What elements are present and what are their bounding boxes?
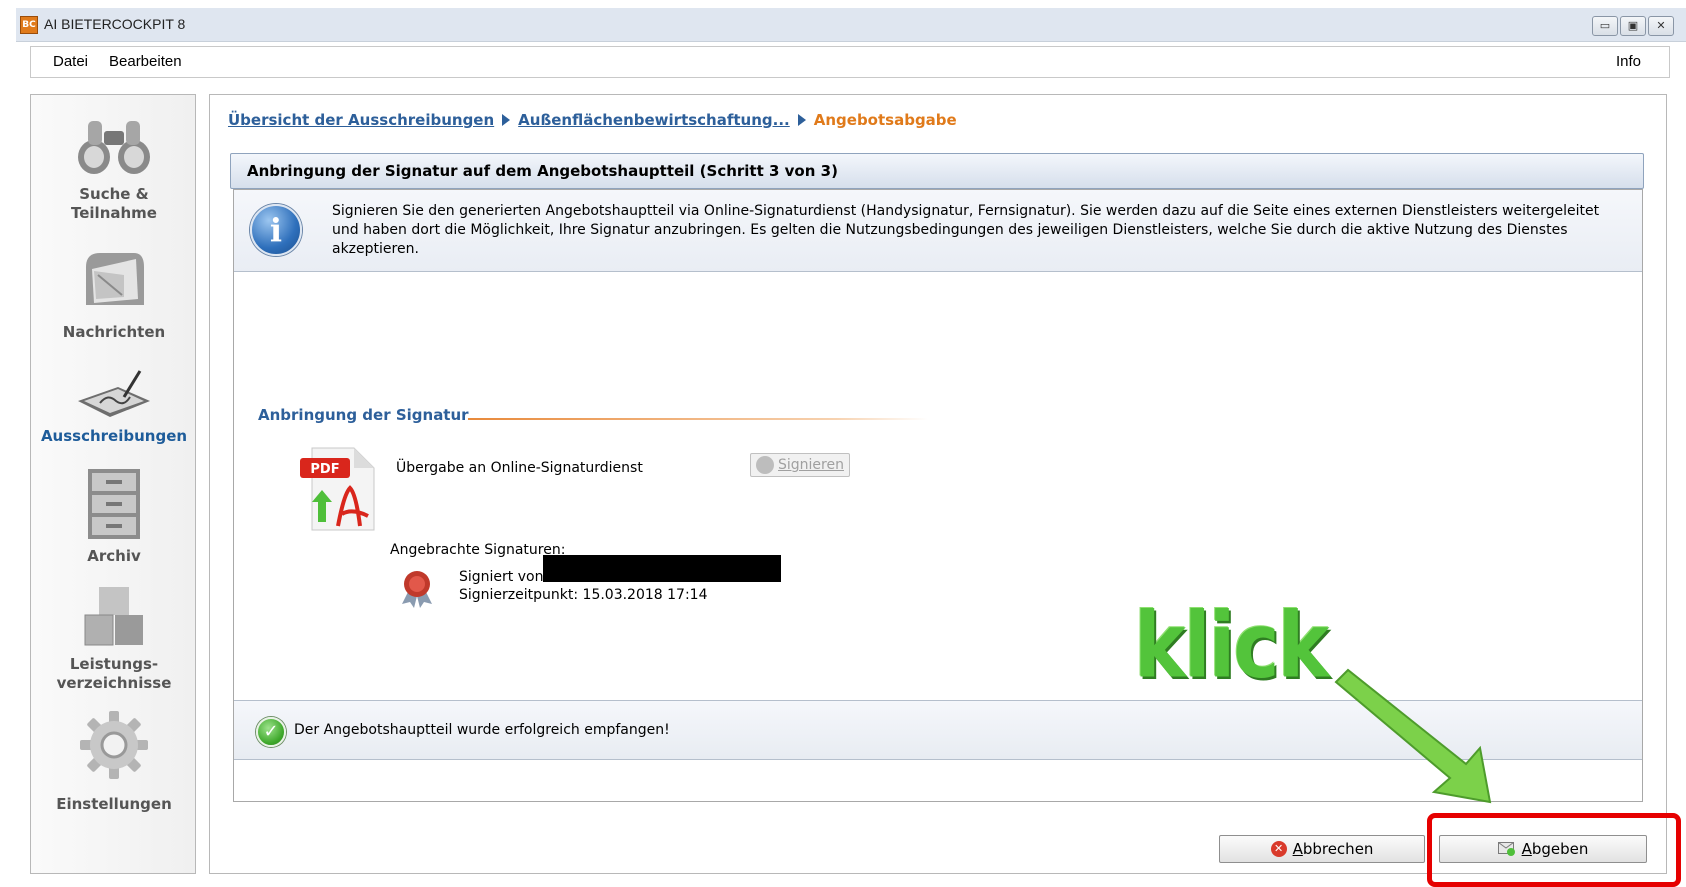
menu-info[interactable]: Info (1616, 53, 1641, 70)
sidebar-item-suche[interactable]: Suche & Teilnahme (31, 113, 197, 233)
info-box: i Signieren Sie den generierten Angebots… (234, 190, 1642, 272)
menu-bar: Datei Bearbeiten Info (30, 46, 1670, 78)
close-button[interactable]: ✕ (1648, 16, 1674, 36)
section-title: Anbringung der Signatur (258, 406, 469, 424)
info-icon: i (250, 204, 302, 256)
sidebar: Suche & Teilnahme Nachrichten Ausschreib… (30, 94, 196, 874)
menu-bearbeiten[interactable]: Bearbeiten (109, 53, 182, 70)
sidebar-item-archiv[interactable]: Archiv (31, 465, 197, 565)
sign-button[interactable]: Signieren (750, 453, 850, 477)
maximize-button[interactable]: ▣ (1620, 16, 1646, 36)
sidebar-item-label: Archiv (87, 547, 141, 565)
sidebar-item-label: Nachrichten (62, 323, 166, 341)
cancel-button-label: Abbrechen (1292, 840, 1374, 858)
sidebar-item-label: Einstellungen (56, 795, 172, 813)
app-window: BC AI BIETERCOCKPIT 8 ▭ ▣ ✕ Datei Bearbe… (0, 0, 1686, 887)
section-divider (468, 418, 928, 420)
seal-icon (756, 456, 774, 474)
file-cabinet-icon (88, 469, 140, 539)
sidebar-item-leistungsverzeichnisse[interactable]: Leistungs- verzeichnisse (31, 583, 197, 695)
sidebar-item-label: Leistungs- (69, 655, 159, 673)
sidebar-item-nachrichten[interactable]: Nachrichten (31, 245, 197, 341)
sign-button-label: Signieren (778, 457, 844, 473)
signature-pad-icon (78, 370, 150, 417)
pdf-file-icon: PDF (300, 447, 375, 531)
breadcrumb: Übersicht der Ausschreibungen Außenfläch… (228, 111, 957, 129)
title-bar: BC AI BIETERCOCKPIT 8 ▭ ▣ ✕ (16, 8, 1686, 42)
handover-label: Übergabe an Online-Signaturdienst (396, 460, 643, 476)
mailbox-icon (86, 253, 144, 305)
gear-icon (80, 711, 148, 779)
step-title: Anbringung der Signatur auf dem Angebots… (247, 162, 838, 180)
boxes-icon (84, 587, 143, 646)
signature-timestamp: Signierzeitpunkt: 15.03.2018 17:14 (459, 587, 708, 603)
step-header: Anbringung der Signatur auf dem Angebots… (230, 153, 1644, 189)
sidebar-item-label: Suche & (79, 185, 149, 203)
arrow-annotation-icon (1334, 668, 1492, 804)
signed-by-label: Signiert von: (459, 569, 549, 585)
window-controls: ▭ ▣ ✕ (1592, 16, 1674, 36)
menu-datei[interactable]: Datei (53, 53, 88, 70)
breadcrumb-current: Angebotsabgabe (813, 111, 957, 129)
breadcrumb-separator-icon (502, 114, 511, 126)
sidebar-item-label: verzeichnisse (56, 674, 172, 692)
sidebar-item-einstellungen[interactable]: Einstellungen (31, 709, 197, 813)
window-title: AI BIETERCOCKPIT 8 (44, 16, 186, 32)
click-annotation-text: klick (1134, 595, 1329, 699)
pdf-badge-text: PDF (310, 462, 339, 477)
highlight-annotation-box (1427, 813, 1681, 887)
sidebar-item-ausschreibungen[interactable]: Ausschreibungen (31, 367, 197, 451)
info-text: Signieren Sie den generierten Angebotsha… (332, 203, 1600, 257)
applied-signatures-label: Angebrachte Signaturen: (390, 542, 566, 558)
minimize-button[interactable]: ▭ (1592, 16, 1618, 36)
redacted-signer-name (543, 555, 781, 582)
cancel-icon: ✕ (1270, 841, 1287, 857)
breadcrumb-separator-icon (797, 114, 806, 126)
breadcrumb-link-tender[interactable]: Außenflächenbewirtschaftung... (518, 111, 790, 129)
cancel-button[interactable]: ✕ Abbrechen (1219, 835, 1425, 863)
signature-seal-icon (402, 571, 432, 608)
status-message: Der Angebotshauptteil wurde erfolgreich … (294, 722, 670, 738)
success-check-icon: ✓ (256, 717, 286, 747)
app-logo-icon: BC (20, 16, 38, 34)
sidebar-item-label: Teilnahme (71, 204, 157, 222)
breadcrumb-link-overview[interactable]: Übersicht der Ausschreibungen (228, 111, 494, 129)
sidebar-item-label: Ausschreibungen (40, 427, 188, 445)
binoculars-icon (78, 121, 150, 174)
